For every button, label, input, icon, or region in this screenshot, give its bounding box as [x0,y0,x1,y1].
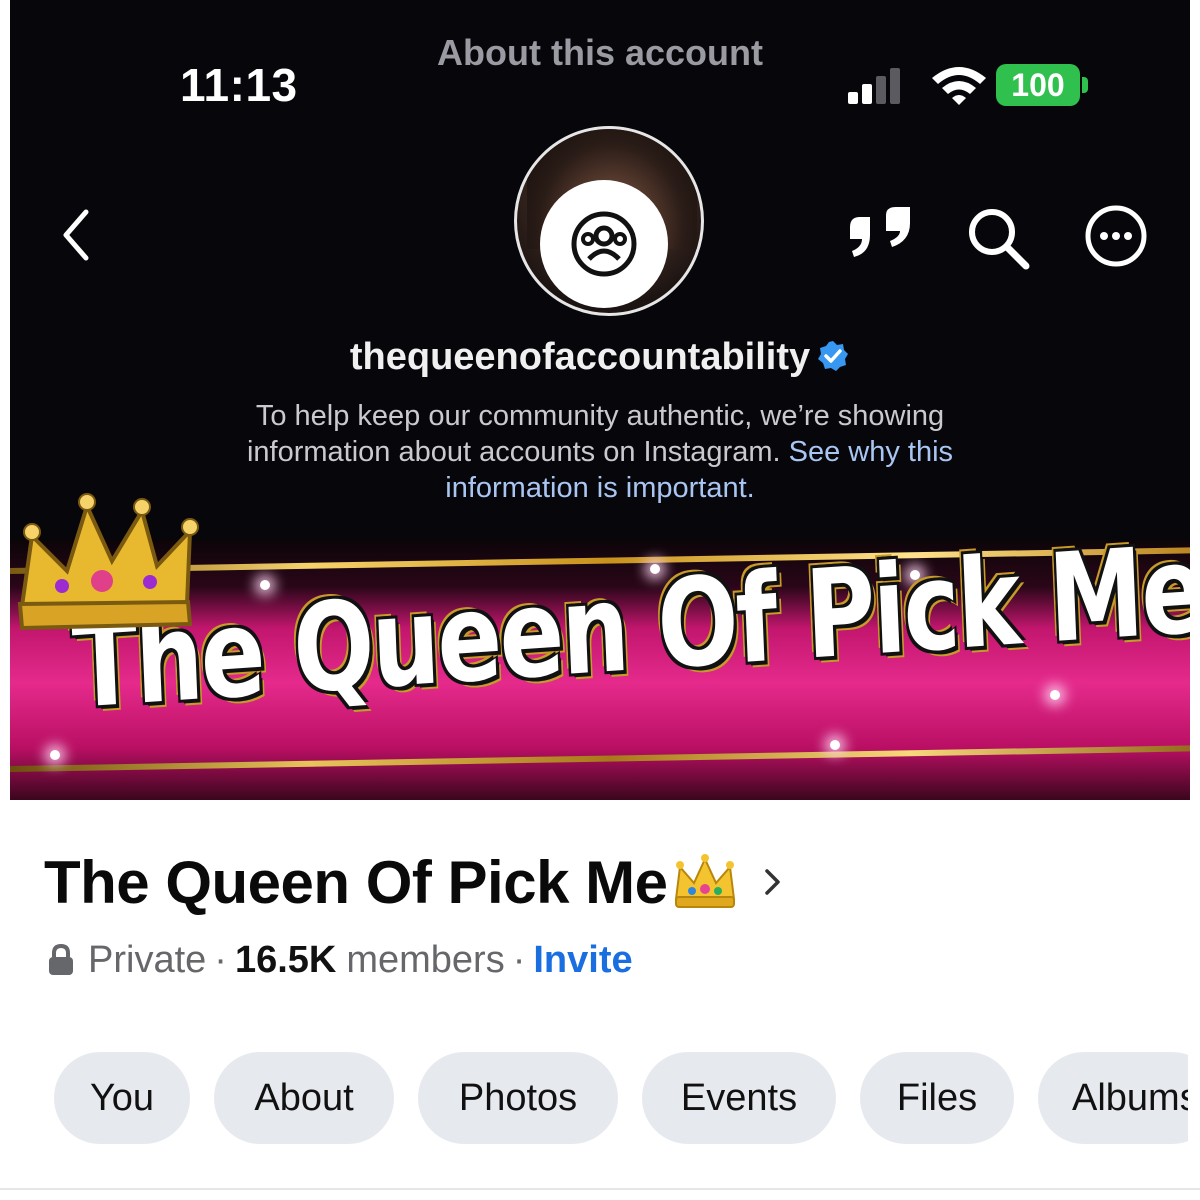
group-title-row[interactable]: The Queen Of Pick Me [44,842,784,922]
group-meta: Private · 16.5K members · Invite [46,934,633,986]
signal-icon [848,68,900,104]
tab-albums[interactable]: Albums [1038,1052,1188,1144]
chevron-right-icon[interactable] [762,865,784,899]
tab-you[interactable]: You [54,1052,190,1144]
tab-about[interactable]: About [214,1052,394,1144]
verified-icon [818,341,849,371]
username-text: thequeenofaccountability [349,336,811,378]
battery-icon: 100 [996,64,1088,106]
account-username: thequeenofaccountability [10,336,1190,379]
search-icon[interactable] [960,200,1036,276]
tab-bar: You About Photos Events Files Albums [0,1040,1188,1160]
tab-photos[interactable]: Photos [418,1052,618,1144]
divider [0,1188,1200,1190]
more-icon[interactable] [1076,196,1156,276]
separator-dot: · [512,938,526,981]
account-info-badge [540,180,668,308]
lock-icon [49,943,73,975]
members-count: 16.5K [234,938,337,981]
quote-icon[interactable] [840,205,920,265]
wifi-icon [932,67,986,105]
crown-emoji-icon [674,854,735,908]
account-info-text: To help keep our community authentic, we… [210,398,990,506]
cover-image: 11:13 About this account 100 thequeenofa… [10,0,1190,800]
privacy-label: Private [88,938,207,981]
crown-graphic [17,493,199,631]
separator-dot: · [214,938,227,981]
group-name: The Queen Of Pick Me [44,848,668,916]
battery-level: 100 [996,64,1080,106]
invite-link[interactable]: Invite [533,939,632,982]
back-icon[interactable] [50,200,100,270]
tab-files[interactable]: Files [860,1052,1014,1144]
members-label: members [346,938,505,981]
tab-events[interactable]: Events [642,1052,836,1144]
person-circle-icon [571,211,637,277]
